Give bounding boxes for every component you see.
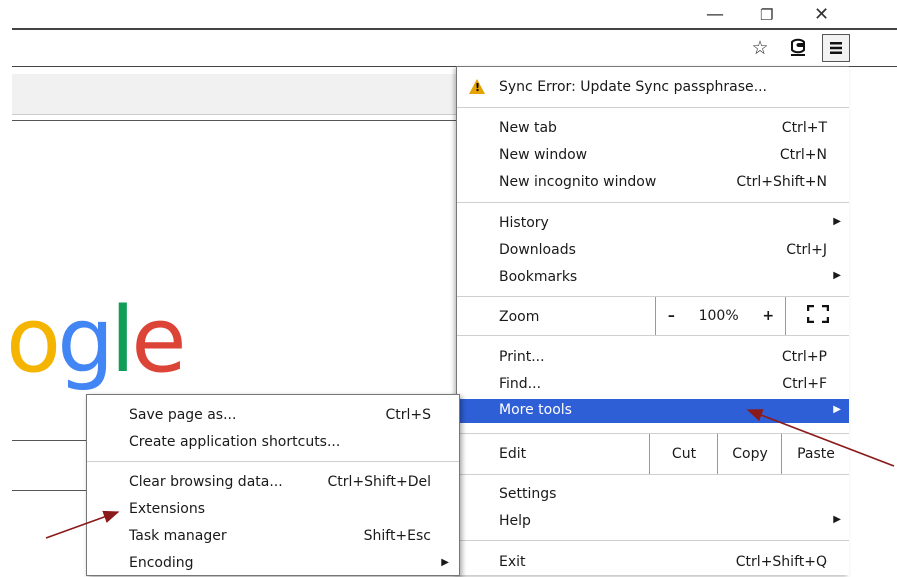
menu-item-label: Downloads bbox=[499, 242, 576, 258]
menu-item-settings[interactable]: Settings bbox=[457, 482, 849, 508]
menu-item-edit: Edit Cut Copy Paste bbox=[457, 434, 849, 474]
menu-item-shortcut: Ctrl+F bbox=[782, 376, 827, 392]
menu-item-label: Extensions bbox=[129, 501, 206, 517]
copy-button[interactable]: Copy bbox=[717, 434, 782, 474]
minimize-icon[interactable]: — bbox=[706, 4, 724, 25]
menu-item-shortcut: Ctrl+S bbox=[385, 407, 431, 423]
menu-separator bbox=[457, 335, 849, 336]
menu-item-label: Help bbox=[499, 513, 531, 529]
menu-item-label: New tab bbox=[499, 120, 557, 136]
menu-item-downloads[interactable]: Downloads Ctrl+J bbox=[457, 238, 849, 264]
close-icon[interactable]: ✕ bbox=[814, 4, 829, 25]
zoom-out-button[interactable]: – bbox=[668, 308, 675, 324]
fullscreen-button[interactable] bbox=[785, 297, 850, 335]
paste-button[interactable]: Paste bbox=[781, 434, 850, 474]
google-logo-partial: ogle bbox=[6, 288, 187, 393]
menu-item-shortcut: Ctrl+Shift+Q bbox=[735, 554, 827, 570]
menu-item-label: New incognito window bbox=[499, 174, 657, 190]
menu-item-label: Save page as... bbox=[129, 407, 237, 423]
menu-item-new-window[interactable]: New window Ctrl+N bbox=[457, 143, 849, 169]
submenu-arrow-icon: ▶ bbox=[833, 404, 841, 415]
menu-item-label: Print... bbox=[499, 349, 545, 365]
menu-item-label: Task manager bbox=[129, 528, 227, 544]
menu-item-zoom: Zoom – 100% + bbox=[457, 297, 849, 335]
menu-item-more-tools[interactable]: More tools ▶ bbox=[457, 399, 849, 423]
restore-icon[interactable]: ❐ bbox=[760, 6, 773, 24]
logo-letter-e: e bbox=[131, 288, 186, 393]
logo-letter-g: g bbox=[57, 288, 114, 393]
menu-item-new-tab[interactable]: New tab Ctrl+T bbox=[457, 116, 849, 142]
menu-item-shortcut: Ctrl+J bbox=[786, 242, 827, 258]
chrome-main-menu: Sync Error: Update Sync passphrase... Ne… bbox=[456, 66, 849, 575]
menu-item-label: Encoding bbox=[129, 555, 194, 571]
menu-separator bbox=[457, 474, 849, 475]
menu-item-shortcut: Shift+Esc bbox=[363, 528, 431, 544]
menu-item-shortcut: Ctrl+T bbox=[781, 120, 827, 136]
menu-item-label: New window bbox=[499, 147, 588, 163]
menu-item-new-incognito[interactable]: New incognito window Ctrl+Shift+N bbox=[457, 170, 849, 196]
menu-item-label: Create application shortcuts... bbox=[129, 434, 341, 450]
submenu-item-encoding[interactable]: Encoding ▶ bbox=[87, 551, 459, 577]
zoom-control: – 100% + bbox=[655, 297, 786, 335]
extension-icon[interactable] bbox=[786, 34, 810, 62]
menu-separator bbox=[87, 461, 459, 462]
submenu-item-task-manager[interactable]: Task manager Shift+Esc bbox=[87, 524, 459, 550]
submenu-item-extensions[interactable]: Extensions bbox=[87, 497, 459, 523]
submenu-item-save-page[interactable]: Save page as... Ctrl+S bbox=[87, 403, 459, 429]
menu-separator bbox=[457, 202, 849, 203]
menu-item-history[interactable]: History ▶ bbox=[457, 211, 849, 237]
menu-separator bbox=[457, 107, 849, 108]
submenu-arrow-icon: ▶ bbox=[441, 557, 449, 568]
menu-item-shortcut: Ctrl+Shift+Del bbox=[327, 474, 431, 490]
menu-item-sync-error[interactable]: Sync Error: Update Sync passphrase... bbox=[457, 75, 849, 101]
search-box-edge-bottom bbox=[12, 490, 88, 491]
menu-item-bookmarks[interactable]: Bookmarks ▶ bbox=[457, 265, 849, 291]
menu-item-shortcut: Ctrl+N bbox=[779, 147, 827, 163]
menu-item-label: Find... bbox=[499, 376, 542, 392]
submenu-arrow-icon: ▶ bbox=[833, 514, 841, 525]
warning-icon bbox=[469, 79, 485, 94]
menu-item-help[interactable]: Help ▶ bbox=[457, 509, 849, 535]
menu-item-label: More tools bbox=[499, 402, 572, 418]
submenu-arrow-icon: ▶ bbox=[833, 270, 841, 281]
menu-item-label: Bookmarks bbox=[499, 269, 578, 285]
menu-item-exit[interactable]: Exit Ctrl+Shift+Q bbox=[457, 550, 849, 576]
menu-item-shortcut: Ctrl+Shift+N bbox=[736, 174, 827, 190]
menu-item-label: Exit bbox=[499, 554, 526, 570]
logo-letter-o: o bbox=[6, 288, 61, 393]
submenu-arrow-icon: ▶ bbox=[833, 216, 841, 227]
submenu-item-create-shortcuts[interactable]: Create application shortcuts... bbox=[87, 430, 459, 456]
menu-item-label: Edit bbox=[499, 446, 527, 462]
menu-item-label: Zoom bbox=[499, 309, 540, 325]
menu-item-label: History bbox=[499, 215, 549, 231]
hamburger-menu-icon[interactable] bbox=[822, 34, 850, 62]
menu-item-label: Settings bbox=[499, 486, 557, 502]
more-tools-submenu: Save page as... Ctrl+S Create applicatio… bbox=[86, 394, 460, 576]
bookmarks-bar-strip bbox=[12, 74, 457, 115]
menu-item-label: Sync Error: Update Sync passphrase... bbox=[499, 79, 767, 95]
logo-letter-l: l bbox=[110, 288, 135, 393]
menu-separator bbox=[457, 540, 849, 541]
fullscreen-icon bbox=[806, 304, 830, 327]
zoom-level: 100% bbox=[698, 308, 739, 324]
page-divider bbox=[12, 120, 457, 121]
search-box-edge-top bbox=[12, 440, 88, 441]
menu-item-find[interactable]: Find... Ctrl+F bbox=[457, 372, 849, 398]
menu-item-shortcut: Ctrl+P bbox=[781, 349, 827, 365]
submenu-item-clear-browsing-data[interactable]: Clear browsing data... Ctrl+Shift+Del bbox=[87, 470, 459, 496]
cut-button[interactable]: Cut bbox=[649, 434, 718, 474]
menu-item-label: Clear browsing data... bbox=[129, 474, 283, 490]
star-icon[interactable]: ☆ bbox=[748, 34, 772, 62]
zoom-in-button[interactable]: + bbox=[762, 308, 774, 324]
menu-item-print[interactable]: Print... Ctrl+P bbox=[457, 345, 849, 371]
